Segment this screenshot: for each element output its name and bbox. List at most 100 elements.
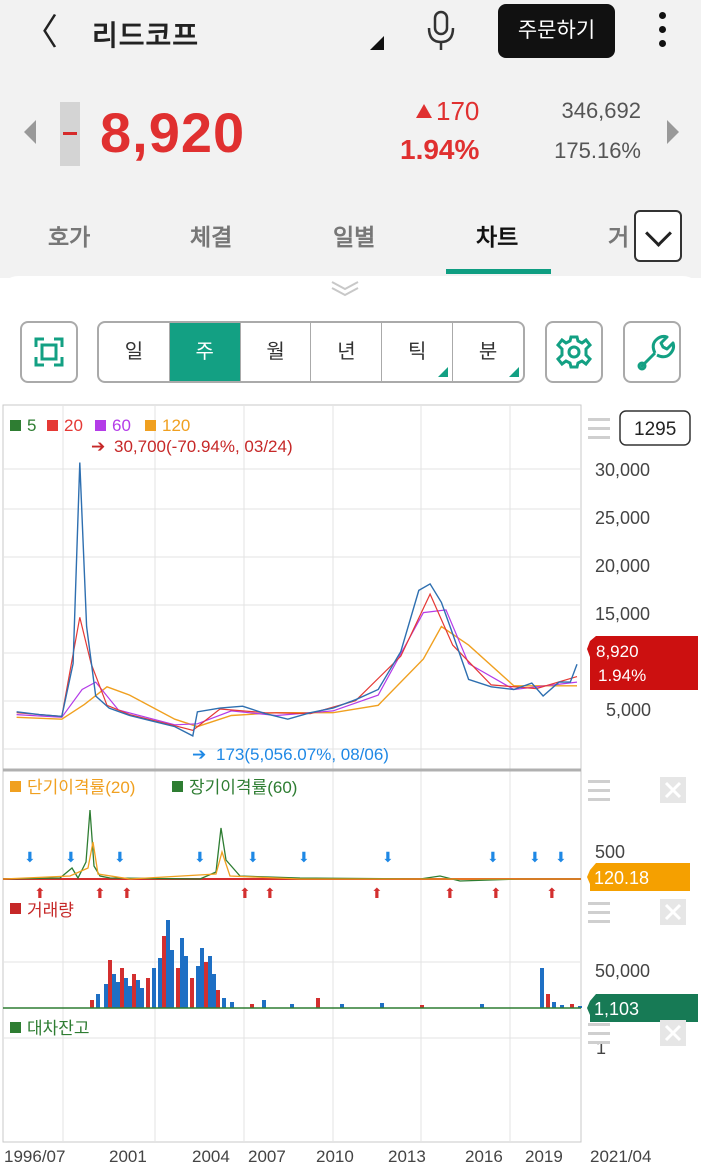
volume-bar (158, 958, 162, 1008)
short-disparity-label: 단기이격률(20) (27, 778, 135, 797)
disparity-close-icon[interactable] (660, 777, 686, 803)
volume-bar (262, 1000, 266, 1008)
volume-bar (190, 978, 194, 1008)
loan-label: 대차잔고 (27, 1019, 90, 1038)
period-year-label: 년 (337, 341, 356, 363)
period-month-label: 월 (266, 341, 285, 363)
x-tick: 2007 (248, 1147, 286, 1166)
disparity-panel: 단기이격률(20) 장기이격률(60) ⬇ ⬇ ⬇ ⬇ ⬇ ⬇ ⬇ ⬇ ⬇ ⬇⬆ ⬆ ⬆ ⬆ ⬆ ⬆ ⬆ ⬆ ⬆ … (2, 777, 690, 901)
ma20-label: 20 (64, 416, 83, 435)
volume-bar (216, 990, 220, 1008)
y-tick: 15,000 (595, 604, 650, 624)
volume-bar (204, 962, 208, 1008)
bar-count-value: 1295 (634, 419, 676, 440)
stock-chart[interactable]: 5 20 60 120 ➔ 30,700(-70.94%, 03/24) ➔ 1… (0, 404, 701, 1171)
ma60-label: 60 (112, 416, 131, 435)
turnover-rate: 175.16% (554, 138, 641, 163)
period-selector: 일 주 월 년 틱 분 (97, 321, 525, 383)
fullscreen-icon (34, 337, 64, 367)
tab-expand-chevron-icon[interactable] (634, 210, 682, 262)
chart-tools-button[interactable] (623, 321, 681, 383)
volume-bar (96, 994, 100, 1008)
collapse-chevron-icon[interactable] (330, 278, 360, 298)
order-button[interactable]: 주문하기 (498, 4, 615, 58)
buy-signal-arrow-icon: ⬆ (546, 885, 558, 901)
volume-bar (208, 956, 212, 1008)
disparity-series-group (2, 809, 581, 882)
volume-bar (112, 974, 116, 1008)
next-stock-arrow-icon[interactable] (667, 120, 679, 144)
trading-volume: 346,692 (561, 98, 641, 123)
volume-bar (104, 984, 108, 1008)
microphone-icon[interactable] (424, 10, 458, 52)
volume-bar (540, 968, 544, 1008)
x-tick: 2004 (192, 1147, 230, 1166)
submenu-corner-icon (438, 367, 449, 377)
period-day-button[interactable]: 일 (99, 323, 170, 381)
stock-dropdown-icon[interactable] (370, 36, 384, 50)
stock-name[interactable]: 리드코프 (92, 14, 199, 54)
tab-daily[interactable]: 일별 (333, 218, 375, 252)
x-axis: 1996/07 2001 2004 2007 2010 2013 2016 20… (4, 1147, 651, 1166)
more-options-icon[interactable] (654, 12, 670, 52)
volume-close-icon[interactable] (660, 899, 686, 925)
price-panel-menu-icon[interactable] (588, 418, 610, 439)
tab-more-partial[interactable]: 거 (608, 218, 629, 252)
tab-hoga[interactable]: 호가 (48, 218, 90, 252)
tab-chart[interactable]: 차트 (476, 218, 518, 252)
high-arrow-icon: ➔ (91, 437, 105, 456)
volume-bar (128, 986, 132, 1008)
period-tick-button[interactable]: 틱 (382, 323, 454, 381)
price-change: 170 (436, 96, 480, 126)
x-tick: 2001 (109, 1147, 147, 1166)
volume-bar (170, 950, 174, 1008)
ma20-swatch (47, 420, 58, 431)
volume-bar (146, 978, 150, 1008)
volume-bar (132, 974, 136, 1008)
ma60-swatch (95, 420, 106, 431)
volume-menu-icon[interactable] (588, 902, 610, 923)
disparity-menu-icon[interactable] (588, 780, 610, 801)
buy-signal-arrow-icon: ⬆ (121, 885, 133, 901)
x-tick: 1996/07 (4, 1147, 65, 1166)
prev-stock-arrow-icon[interactable] (24, 120, 36, 144)
series-line-ma5 (16, 462, 578, 737)
period-week-button[interactable]: 주 (169, 323, 241, 381)
period-day-label: 일 (124, 341, 144, 363)
period-year-button[interactable]: 년 (311, 323, 383, 381)
volume-bar (120, 968, 124, 1008)
volume-bar (166, 920, 170, 1008)
volume-bars-group (90, 920, 582, 1008)
x-tick: 2013 (388, 1147, 426, 1166)
sell-signal-arrow-icon: ⬇ (114, 849, 126, 865)
x-tick: 2016 (465, 1147, 503, 1166)
period-month-button[interactable]: 월 (241, 323, 312, 381)
buy-signal-arrow-icon: ⬆ (371, 885, 383, 901)
loan-close-icon[interactable] (660, 1020, 686, 1046)
submenu-corner-icon (508, 367, 519, 377)
volume-bar (212, 974, 216, 1008)
buy-signal-arrow-icon: ⬆ (94, 885, 106, 901)
x-tick: 2021/04 (590, 1147, 651, 1166)
volume-bar (108, 960, 112, 1008)
long-disparity-swatch (172, 781, 183, 792)
price-change-percent: 1.94% (400, 134, 480, 165)
x-tick: 2019 (525, 1147, 563, 1166)
chart-settings-button[interactable] (545, 321, 603, 383)
ma120-label: 120 (162, 416, 190, 435)
disparity-value: 120.18 (594, 868, 649, 888)
period-minute-button[interactable]: 분 (453, 323, 523, 381)
price-grid (3, 405, 581, 1142)
back-icon[interactable]: 〈 (22, 12, 62, 52)
y-tick: 20,000 (595, 556, 650, 576)
volume-bar (180, 938, 184, 1008)
short-disparity-swatch (10, 781, 21, 792)
current-pct-tag-value: 1.94% (598, 666, 646, 685)
fullscreen-button[interactable] (20, 321, 78, 383)
tab-trades[interactable]: 체결 (190, 218, 232, 252)
volume-bar (196, 966, 200, 1008)
tab-bar: 호가 체결 일별 차트 거 (0, 206, 701, 276)
wrench-icon (637, 334, 676, 371)
buy-signal-arrow-icon: ⬆ (490, 885, 502, 901)
period-week-label: 주 (195, 341, 214, 363)
